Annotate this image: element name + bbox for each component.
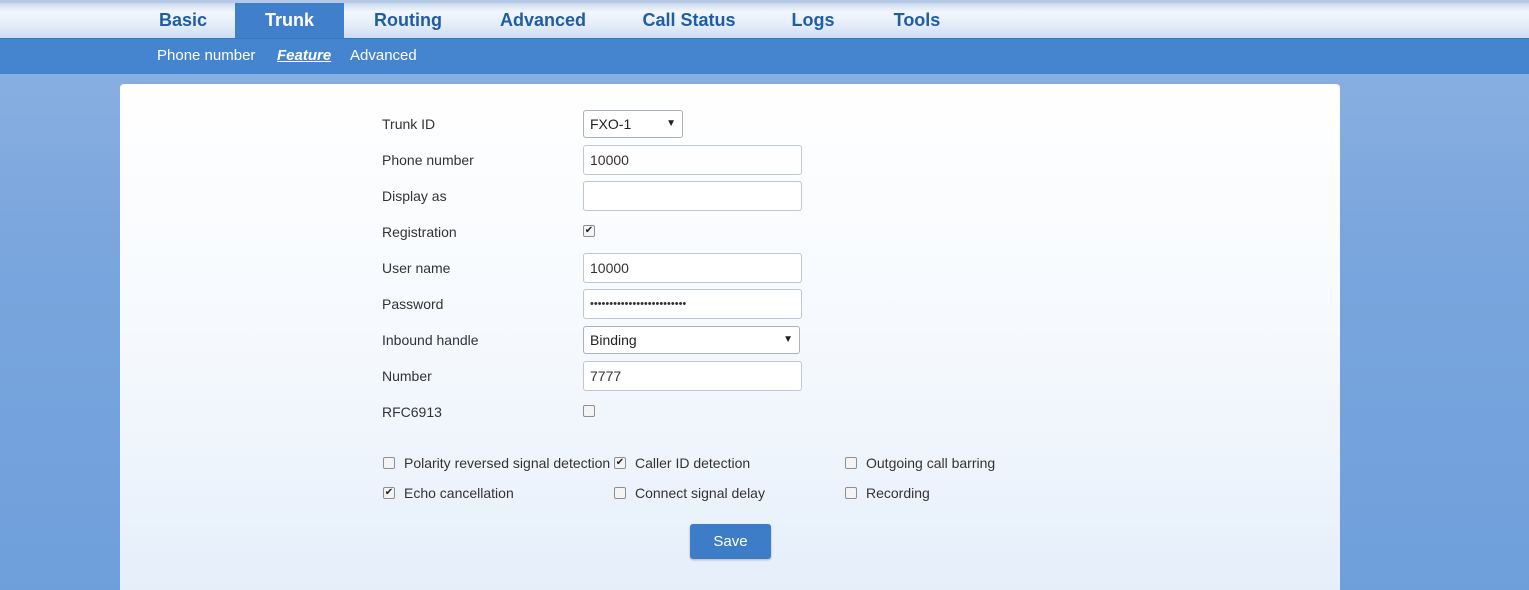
number-input[interactable]: 7777 <box>583 361 802 391</box>
number-label: Number <box>382 368 432 384</box>
sub-navigation: Phone number Feature Advanced <box>0 38 1529 74</box>
registration-checkbox[interactable]: ✔ <box>583 225 595 237</box>
outgoing-call-barring-checkbox[interactable] <box>845 457 857 469</box>
user-name-label: User name <box>382 260 451 276</box>
inbound-handle-label: Inbound handle <box>382 332 479 348</box>
tab-routing[interactable]: Routing <box>358 3 458 38</box>
display-as-label: Display as <box>382 188 447 204</box>
registration-label: Registration <box>382 224 457 240</box>
outgoing-call-barring-label: Outgoing call barring <box>866 455 996 471</box>
echo-cancellation-checkbox[interactable]: ✔ <box>383 487 395 499</box>
recording-label: Recording <box>866 485 930 501</box>
save-button[interactable]: Save <box>690 524 771 559</box>
feature-panel: Trunk ID FXO-1 ▼ Phone number 10000 Disp… <box>120 84 1340 590</box>
password-label: Password <box>382 296 444 312</box>
tab-advanced[interactable]: Advanced <box>490 3 596 38</box>
rfc6913-checkbox[interactable] <box>583 405 595 417</box>
rfc6913-label: RFC6913 <box>382 404 442 420</box>
subtab-phone-number[interactable]: Phone number <box>157 39 255 73</box>
trunk-id-value: FXO-1 <box>590 116 632 132</box>
display-as-input[interactable] <box>583 181 802 211</box>
inbound-handle-select[interactable]: Binding ▼ <box>583 326 800 354</box>
trunk-id-select[interactable]: FXO-1 ▼ <box>583 110 683 138</box>
chevron-down-icon: ▼ <box>783 334 793 345</box>
phone-number-label: Phone number <box>382 152 474 168</box>
top-navigation: Basic Trunk Routing Advanced Call Status… <box>0 0 1529 38</box>
inbound-handle-value: Binding <box>590 332 637 348</box>
chevron-down-icon: ▼ <box>666 118 676 129</box>
connect-signal-delay-checkbox[interactable] <box>614 487 626 499</box>
user-name-input[interactable]: 10000 <box>583 253 802 283</box>
tab-basic[interactable]: Basic <box>133 3 233 38</box>
polarity-detection-checkbox[interactable] <box>383 457 395 469</box>
trunk-id-label: Trunk ID <box>382 116 436 132</box>
subtab-advanced[interactable]: Advanced <box>350 39 417 73</box>
caller-id-detection-checkbox[interactable]: ✔ <box>614 457 626 469</box>
tab-tools[interactable]: Tools <box>882 3 952 38</box>
caller-id-detection-label: Caller ID detection <box>635 455 751 471</box>
tab-logs[interactable]: Logs <box>782 3 844 38</box>
tab-call-status[interactable]: Call Status <box>623 3 755 38</box>
phone-number-input[interactable]: 10000 <box>583 145 802 175</box>
password-input[interactable]: ••••••••••••••••••••••••• <box>583 289 802 319</box>
tab-trunk[interactable]: Trunk <box>235 3 344 38</box>
subtab-feature[interactable]: Feature <box>277 39 331 73</box>
connect-signal-delay-label: Connect signal delay <box>635 485 765 501</box>
recording-checkbox[interactable] <box>845 487 857 499</box>
echo-cancellation-label: Echo cancellation <box>404 485 514 501</box>
polarity-detection-label: Polarity reversed signal detection <box>404 455 611 471</box>
